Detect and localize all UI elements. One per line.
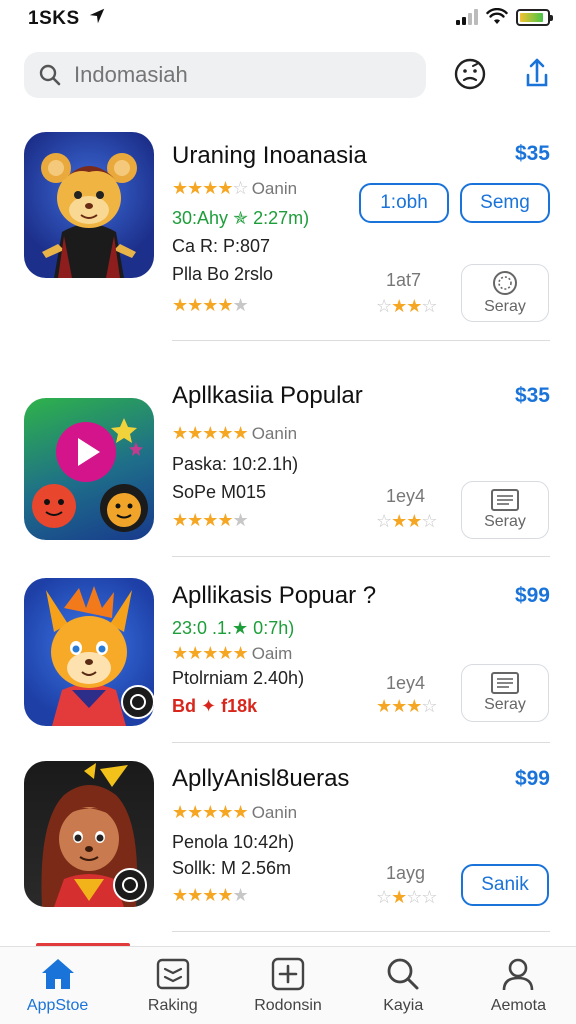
face-icon <box>454 58 486 90</box>
list-item[interactable]: Apllikasis Popuar ? $99 23:0 .1.★ 0:7h) … <box>0 570 576 745</box>
star-rating: ★★★★★ Oaim <box>172 643 293 663</box>
face-feedback-button[interactable] <box>452 56 488 92</box>
app-meta-line: 30:Ahy ✯ 2:27m) <box>172 208 310 228</box>
fox-character-illustration <box>46 586 154 726</box>
list-item[interactable]: Apllkasiia Popular $35 ★★★★★ Oanin Paska:… <box>0 380 576 560</box>
star-rating: ★★★★★ <box>172 885 249 905</box>
get-button[interactable]: Sanik <box>461 864 549 906</box>
rating-label: Oanin <box>251 803 298 822</box>
app-price: $99 <box>514 767 550 790</box>
review-count: 1at7 <box>386 270 422 290</box>
get-button[interactable]: 1:obh <box>359 183 449 223</box>
app-meta-line: 23:0 .1.★ 0:7h) <box>172 618 295 638</box>
tab-ranking[interactable]: Raking <box>115 947 230 1024</box>
card-button-label: Seray <box>484 696 526 713</box>
app-icon-fox[interactable] <box>24 578 154 726</box>
rating-label: Oaim <box>251 644 293 663</box>
review-count: 1ey4 <box>386 486 426 506</box>
list-item[interactable]: ApllyAnisl8ueras $99 ★★★★★ Oanin Penola 1… <box>0 755 576 935</box>
secondary-button[interactable]: Semg <box>460 183 550 223</box>
review-count: 1ey4 <box>386 673 426 693</box>
star-rating: ★★★★★ Oanin <box>172 802 298 822</box>
tab-label: Aemota <box>490 997 546 1014</box>
star-rating: ★★★★☆ Oanin <box>172 178 298 198</box>
tab-label: AppStoe <box>26 997 89 1014</box>
tab-aemota[interactable]: Aemota <box>461 947 576 1024</box>
review-count: 1ayg <box>386 863 426 883</box>
app-meta-line: Sollk: M 2.56m <box>172 858 292 878</box>
app-price: $99 <box>514 584 550 607</box>
app-icon-monkey[interactable] <box>24 132 154 278</box>
app-meta-line: SoPe M015 <box>172 482 267 502</box>
star-rating: ★★★★★ Oanin <box>172 423 298 443</box>
tab-label: Kayia <box>383 997 424 1014</box>
battery-icon <box>516 8 553 26</box>
mini-star-rating: ☆★★☆ <box>376 296 438 316</box>
monkey-character-illustration <box>41 153 137 278</box>
status-time: 1SKS <box>28 8 80 29</box>
app-price: $35 <box>514 384 550 407</box>
list-item[interactable]: Uraning Inoanasia $35 ★★★★☆ Oanin 30:Ahy … <box>0 130 576 341</box>
app-title[interactable]: ApllyAnisl8ueras <box>172 765 349 793</box>
tab-kayia[interactable]: Kayia <box>346 947 461 1024</box>
search-input[interactable] <box>74 62 394 88</box>
app-meta-line: Ptolrniam 2.40h) <box>172 668 305 688</box>
plus-square-icon <box>271 957 305 991</box>
ranking-icon <box>156 958 189 990</box>
wifi-icon <box>486 8 508 24</box>
app-price: $35 <box>514 142 550 165</box>
star-rating: ★★★★★ <box>172 295 249 315</box>
status-bar: 1SKS <box>0 0 576 36</box>
home-icon <box>41 959 74 989</box>
search-bar[interactable] <box>24 52 426 98</box>
girl-character-illustration <box>41 763 147 907</box>
app-meta-line: Penola 10:42h) <box>172 832 295 852</box>
card-button[interactable]: Seray <box>461 264 549 322</box>
card-button[interactable]: Seray <box>461 664 549 722</box>
row-divider <box>172 742 550 743</box>
card-button[interactable]: Seray <box>461 481 549 539</box>
rating-label: Oanin <box>251 424 298 443</box>
person-icon <box>503 958 534 991</box>
app-meta-line: Plla Bo 2rslo <box>172 264 274 284</box>
row-divider <box>172 556 550 557</box>
share-icon <box>526 58 548 87</box>
search-icon <box>387 958 419 990</box>
app-meta-line: Paska: 10:2.1h) <box>172 454 299 474</box>
mini-star-rating: ★★★☆ <box>376 696 438 716</box>
app-meta-line: Bd ✦ f18k <box>172 696 258 716</box>
app-title[interactable]: Uraning Inoanasia <box>172 142 367 170</box>
star-rating: ★★★★★ <box>172 510 249 530</box>
media-play-illustration <box>32 418 148 532</box>
row-divider <box>172 931 550 932</box>
app-title[interactable]: Apllikasis Popuar ? <box>172 582 376 610</box>
card-button-label: Seray <box>484 513 526 530</box>
app-meta-line: Ca R: P:807 <box>172 236 271 256</box>
tab-label: Raking <box>147 997 198 1014</box>
tab-label: Rodonsin <box>254 997 322 1014</box>
tab-rodonsin[interactable]: Rodonsin <box>230 947 345 1024</box>
status-indicators <box>456 8 553 26</box>
app-icon-media[interactable] <box>24 398 154 540</box>
row-divider <box>172 340 550 341</box>
cellular-signal-icon <box>456 9 478 25</box>
search-icon <box>39 64 61 86</box>
rating-label: Oanin <box>251 179 298 198</box>
document-icon <box>491 489 519 511</box>
app-title[interactable]: Apllkasiia Popular <box>172 382 363 410</box>
tab-bar: AppStoe Raking Rodonsin Kayia Aemota <box>0 946 576 1024</box>
mini-star-rating: ☆★☆☆ <box>376 887 438 907</box>
document-icon <box>491 672 519 694</box>
location-arrow-icon <box>89 8 105 24</box>
card-button-label: Seray <box>484 298 526 315</box>
share-button[interactable] <box>519 56 555 92</box>
tab-appstore[interactable]: AppStoe <box>0 947 115 1024</box>
app-icon-girl[interactable] <box>24 761 154 907</box>
mini-star-rating: ☆★★☆ <box>376 511 438 531</box>
badge-icon <box>493 271 517 295</box>
